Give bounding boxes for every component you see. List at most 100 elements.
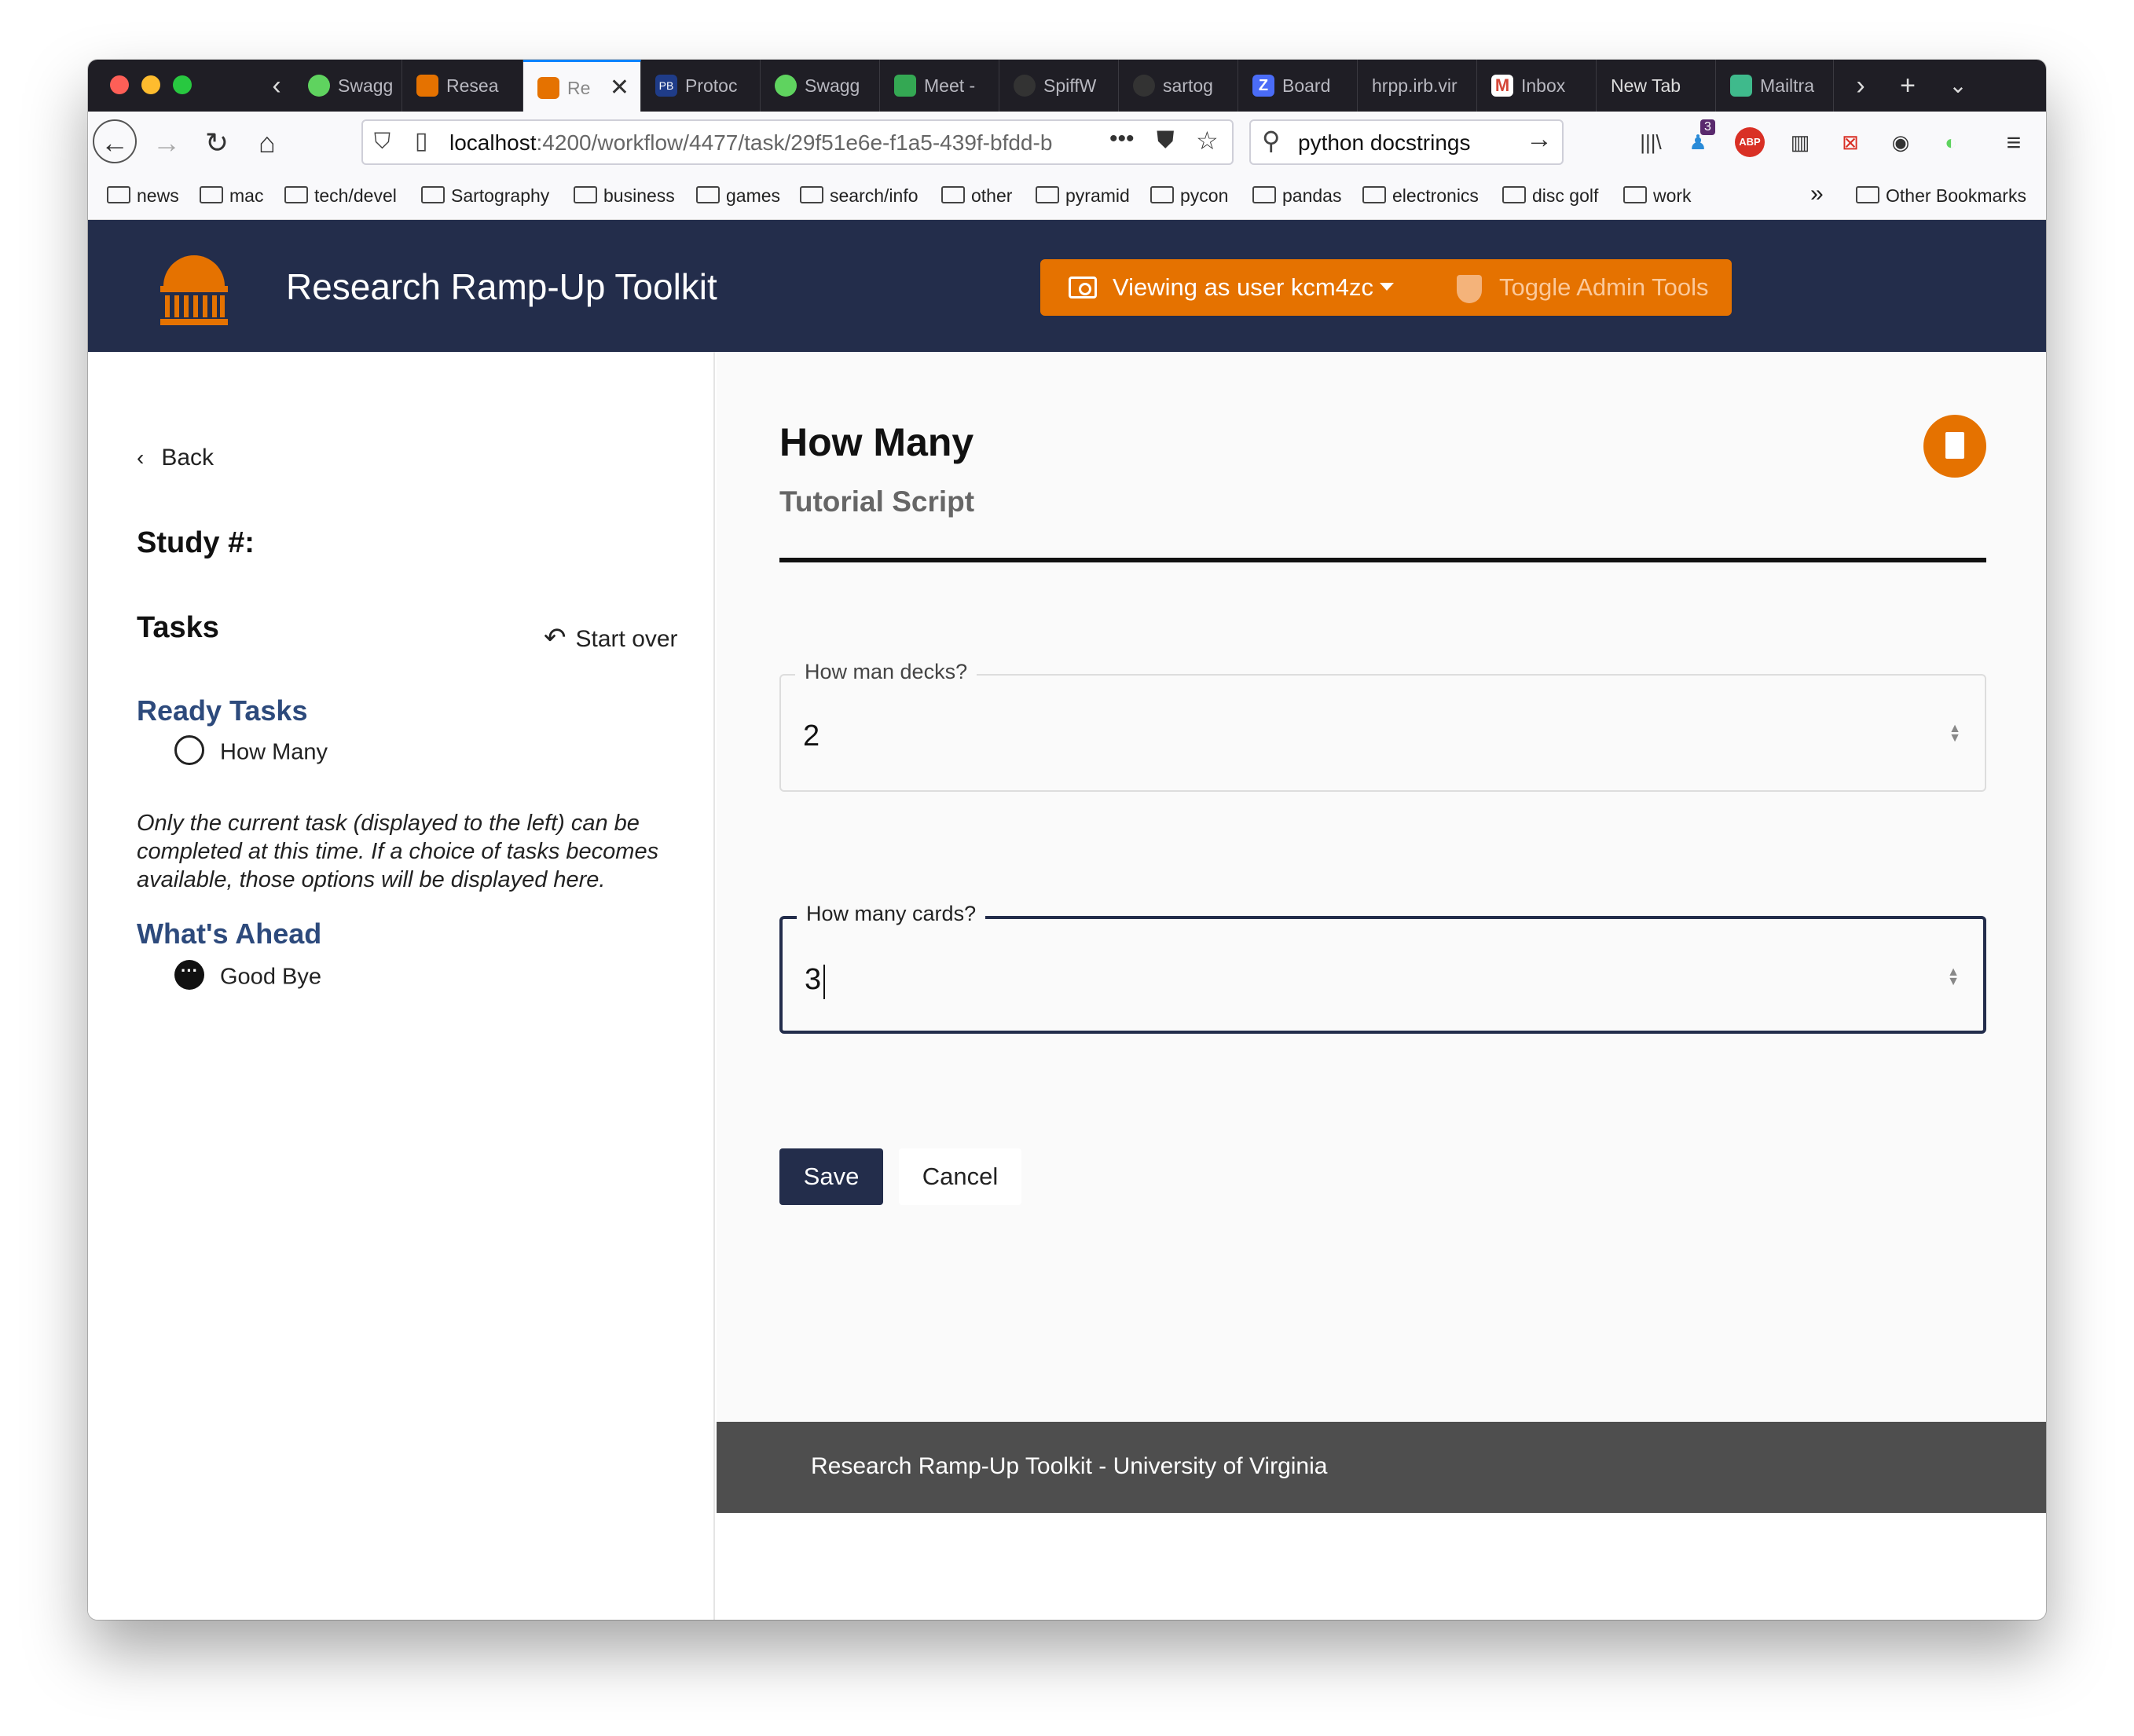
- reload-icon[interactable]: ↻: [195, 121, 239, 165]
- folder-icon: [1150, 185, 1174, 203]
- extension-toggle-icon[interactable]: ◐: [1936, 127, 1966, 157]
- back-link[interactable]: ‹ Back: [137, 445, 214, 471]
- viewing-as-dropdown[interactable]: Viewing as user kcm4zc Toggle Admin Tool…: [1040, 259, 1732, 316]
- number-spinner-icon[interactable]: ▲ ▼: [1947, 966, 1960, 988]
- tab-favicon-icon: PB: [655, 74, 677, 97]
- bookmark-folder[interactable]: Sartography: [421, 185, 549, 207]
- zoom-window-button[interactable]: [173, 75, 192, 94]
- browser-tab[interactable]: PB Protoc: [641, 60, 761, 112]
- account-icon[interactable]: ◉: [1886, 127, 1916, 157]
- cards-number-field[interactable]: How many cards? 3 ▲ ▼: [779, 902, 1986, 1034]
- adblock-icon[interactable]: ABP: [1735, 127, 1765, 157]
- cancel-button[interactable]: Cancel: [899, 1148, 1021, 1205]
- tab-label: Mailtra: [1760, 75, 1815, 96]
- close-window-button[interactable]: [110, 75, 129, 94]
- tab-label: Re: [567, 78, 591, 98]
- browser-tab[interactable]: Z Board: [1238, 60, 1358, 112]
- ahead-task-item: ··· Good Bye: [174, 960, 321, 993]
- library-icon[interactable]: |||\: [1636, 127, 1666, 157]
- back-arrow-icon[interactable]: ←: [93, 119, 137, 163]
- folder-icon: [107, 185, 130, 203]
- browser-tab[interactable]: M Inbox: [1477, 60, 1597, 112]
- field-label: How man decks?: [795, 660, 977, 684]
- search-bar[interactable]: ⚲ python docstrings →: [1249, 119, 1564, 165]
- number-spinner-icon[interactable]: ▲ ▼: [1949, 723, 1961, 745]
- browser-tab[interactable]: SpiffW: [999, 60, 1119, 112]
- browser-window: ‹ Swagg Resea Re ✕ PB Protoc Swagg Meet - …: [88, 60, 2046, 1620]
- tracking-shield-icon[interactable]: ⛉: [374, 129, 390, 155]
- browser-tab[interactable]: Meet -: [880, 60, 999, 112]
- task-note: Only the current task (displayed to the …: [137, 811, 659, 892]
- bookmark-folder[interactable]: tech/devel: [284, 185, 397, 207]
- tab-label: hrpp.irb.vir: [1372, 75, 1458, 96]
- bookmark-folder[interactable]: work: [1623, 185, 1692, 207]
- bookmark-folder[interactable]: pyramid: [1036, 185, 1130, 207]
- tab-label: New Tab: [1611, 75, 1681, 96]
- bookmark-folder[interactable]: disc golf: [1502, 185, 1598, 207]
- browser-tab[interactable]: New Tab: [1597, 60, 1716, 112]
- tab-label: Meet -: [924, 75, 976, 96]
- save-button[interactable]: Save: [779, 1148, 883, 1205]
- camera-blocked-icon[interactable]: ⊠: [1835, 127, 1865, 157]
- tab-list-chevron-icon[interactable]: ⌄: [1939, 68, 1977, 104]
- pocket-icon[interactable]: ⛊: [1157, 127, 1175, 154]
- field-label: How many cards?: [797, 902, 986, 926]
- bookmark-folder[interactable]: electronics: [1362, 185, 1479, 207]
- browser-tab[interactable]: sartog: [1119, 60, 1238, 112]
- field-value[interactable]: 3: [805, 963, 821, 997]
- browser-tab[interactable]: Resea: [402, 60, 523, 112]
- page-info-icon[interactable]: ▯: [415, 127, 428, 155]
- home-icon[interactable]: ⌂: [245, 121, 289, 165]
- start-over-button[interactable]: ↶ Start over: [544, 622, 678, 654]
- tab-label: Inbox: [1521, 75, 1566, 96]
- tab-bar: ‹ Swagg Resea Re ✕ PB Protoc Swagg Meet - …: [88, 60, 2046, 112]
- tab-scroll-right-icon[interactable]: ›: [1842, 68, 1879, 104]
- browser-tab[interactable]: Mailtra: [1716, 60, 1834, 112]
- new-tab-icon[interactable]: +: [1889, 68, 1927, 104]
- folder-icon: [1036, 185, 1059, 203]
- footer-text: Research Ramp-Up Toolkit - University of…: [811, 1453, 1328, 1479]
- field-value[interactable]: 2: [803, 720, 820, 753]
- forward-arrow-icon[interactable]: →: [145, 121, 189, 165]
- folder-icon: [574, 185, 597, 203]
- bookmark-folder[interactable]: mac: [200, 185, 263, 207]
- close-tab-icon[interactable]: ✕: [610, 62, 629, 112]
- reader-view-icon[interactable]: ▥: [1785, 127, 1815, 157]
- url-bar[interactable]: ⛉ ▯ localhost:4200/workflow/4477/task/29…: [361, 119, 1234, 165]
- tab-favicon-icon: [1014, 74, 1036, 97]
- ready-task-item[interactable]: How Many: [174, 735, 328, 768]
- bookmark-folder[interactable]: search/info: [800, 185, 918, 207]
- text-cursor: [823, 965, 825, 999]
- tab-label: Board: [1282, 75, 1331, 96]
- bookmark-folder[interactable]: news: [107, 185, 179, 207]
- document-icon[interactable]: [1923, 415, 1986, 478]
- undo-icon: ↶: [544, 623, 566, 653]
- bookmark-folder[interactable]: pandas: [1252, 185, 1341, 207]
- page-actions-icon[interactable]: •••: [1109, 126, 1135, 152]
- browser-tab[interactable]: hrpp.irb.vir: [1358, 60, 1477, 112]
- eye-icon: [1069, 277, 1097, 298]
- other-bookmarks[interactable]: Other Bookmarks: [1856, 185, 2026, 207]
- bookmark-star-icon[interactable]: ☆: [1196, 126, 1219, 156]
- tab-favicon-icon: Z: [1252, 74, 1274, 97]
- tab-scroll-left-icon[interactable]: ‹: [258, 68, 295, 104]
- bookmark-folder[interactable]: other: [941, 185, 1012, 207]
- browser-tab[interactable]: Swagg: [761, 60, 880, 112]
- minimize-window-button[interactable]: [141, 75, 160, 94]
- decks-number-field[interactable]: How man decks? 2 ▲ ▼: [779, 660, 1986, 792]
- bookmark-folder[interactable]: games: [696, 185, 780, 207]
- browser-tab-active[interactable]: Re ✕: [523, 60, 641, 112]
- tab-label: Resea: [446, 75, 499, 96]
- bookmark-folder[interactable]: business: [574, 185, 675, 207]
- toggle-admin-tools-button[interactable]: Toggle Admin Tools: [1499, 273, 1709, 302]
- bookmark-folder[interactable]: pycon: [1150, 185, 1228, 207]
- search-go-arrow-icon[interactable]: →: [1526, 124, 1553, 155]
- url-text[interactable]: localhost:4200/workflow/4477/task/29f51e…: [449, 130, 1086, 156]
- hamburger-menu-icon[interactable]: ≡: [1999, 127, 2029, 157]
- folder-icon: [1362, 185, 1386, 203]
- notification-extension-icon[interactable]: ♟ 3: [1683, 119, 1715, 157]
- browser-tab[interactable]: Swagg: [294, 60, 402, 112]
- bookmarks-overflow-icon[interactable]: »: [1810, 181, 1824, 207]
- search-query[interactable]: python docstrings: [1298, 130, 1470, 156]
- tab-favicon-icon: M: [1491, 74, 1513, 97]
